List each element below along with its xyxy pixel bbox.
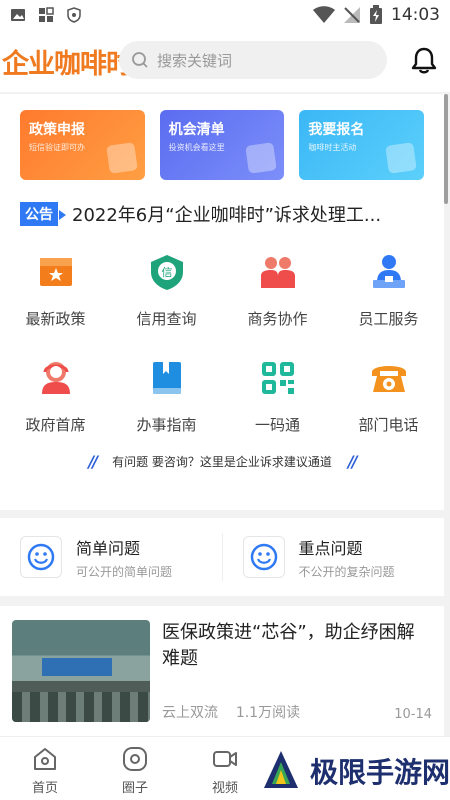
question-subtitle: 不公开的复杂问题 (298, 564, 395, 579)
scrollbar[interactable] (444, 94, 448, 204)
service-latest-policy[interactable]: 最新政策 (0, 246, 111, 342)
watermark-logo-icon (260, 750, 302, 792)
apps-icon (39, 7, 54, 22)
service-label: 最新政策 (25, 310, 86, 328)
tab-label: 圈子 (121, 781, 148, 796)
news-reads: 1.1万阅读 (235, 705, 301, 721)
service-staff[interactable]: 员工服务 (333, 246, 444, 342)
notice-bar[interactable]: 公告 2022年6月“企业咖啡时”诉求处理工... (0, 196, 444, 232)
service-label: 政府首席 (25, 416, 86, 434)
app-header: 企业咖啡时 搜索关键词 (0, 30, 450, 92)
news-thumbnail (12, 620, 150, 722)
banner-policy-apply[interactable]: 政策申报 短信验证即可办 (20, 110, 145, 180)
service-label: 一码通 (254, 416, 300, 434)
service-card: 政策申报 短信验证即可办 机会清单 投资机会看这里 我要报名 咖啡时主活动 公告… (0, 94, 444, 510)
svg-text:信: 信 (161, 266, 172, 279)
service-government-chief[interactable]: 政府首席 (0, 352, 111, 448)
simple-question-entry[interactable]: 简单问题 可公开的简单问题 (0, 533, 222, 581)
edit-icon (385, 142, 417, 174)
list-icon (245, 142, 278, 174)
question-subtitle: 可公开的简单问题 (76, 564, 173, 579)
guide-icon (152, 362, 181, 394)
service-guide[interactable]: 办事指南 (111, 352, 222, 448)
service-department-phone[interactable]: 部门电话 (333, 352, 444, 448)
tab-home[interactable]: 首页 (0, 737, 90, 800)
service-credit-query[interactable]: 信 信用查询 (111, 246, 222, 342)
search-placeholder: 搜索关键词 (157, 51, 233, 70)
key-question-entry[interactable]: 重点问题 不公开的复杂问题 (221, 533, 445, 581)
clock: 14:03 (391, 5, 440, 25)
notice-tag: 公告 (20, 202, 66, 226)
main-content: 政策申报 短信验证即可办 机会清单 投资机会看这里 我要报名 咖啡时主活动 公告… (0, 94, 444, 754)
thumbnail-screen (42, 658, 112, 676)
government-icon (41, 362, 70, 394)
smile-icon (242, 536, 285, 578)
status-bar: 14:03 (0, 0, 450, 30)
tab-circle[interactable]: 圈子 (90, 737, 180, 800)
service-business-cooperation[interactable]: 商务协作 (222, 246, 333, 342)
watermark-text: 极限手游网 (310, 756, 450, 789)
consult-tip-text: 有问题 要咨询？这里是企业诉求建议通道 (112, 455, 332, 469)
search-icon (132, 52, 148, 68)
service-label: 办事指南 (136, 416, 197, 434)
question-title: 重点问题 (298, 538, 363, 558)
service-label: 商务协作 (247, 310, 308, 328)
tab-label: 视频 (211, 781, 238, 796)
banner-opportunity-list[interactable]: 机会清单 投资机会看这里 (159, 110, 285, 180)
credit-icon: 信 (150, 255, 183, 290)
circle-icon (123, 747, 147, 771)
service-qrcode[interactable]: 一码通 (222, 352, 333, 448)
smile-icon (20, 536, 62, 578)
qrcode-icon (261, 362, 294, 394)
app-logo: 企业咖啡时 (2, 48, 133, 80)
service-label: 员工服务 (358, 310, 419, 328)
phone-icon (371, 366, 406, 392)
tab-video[interactable]: 视频 (180, 737, 270, 800)
document-icon (105, 142, 138, 174)
service-label: 信用查询 (136, 310, 197, 328)
banner-title: 机会清单 (168, 122, 225, 138)
news-item[interactable]: 医保政策进“芯谷”，助企纾困解难题 云上双流 1.1万阅读 10-14 (0, 606, 444, 736)
video-icon (213, 751, 237, 767)
banner-row: 政策申报 短信验证即可办 机会清单 投资机会看这里 我要报名 咖啡时主活动 (0, 94, 444, 180)
notice-text: 2022年6月“企业咖啡时”诉求处理工... (72, 205, 382, 226)
banner-title: 政策申报 (29, 122, 85, 138)
wifi-icon (313, 6, 335, 23)
question-title: 简单问题 (76, 538, 141, 558)
search-input[interactable]: 搜索关键词 (119, 41, 387, 79)
service-grid: 最新政策 信 信用查询 商务协作 员工服务 政府首席 办事指南 一码通 部门电话 (0, 246, 444, 448)
service-label: 部门电话 (358, 416, 419, 434)
banner-signup[interactable]: 我要报名 咖啡时主活动 (299, 110, 425, 180)
slash-decoration-icon: // (88, 452, 98, 471)
no-signal-icon (344, 7, 360, 23)
home-icon (34, 748, 56, 770)
shield-icon (67, 7, 81, 23)
cooperation-icon (260, 257, 295, 288)
news-meta: 云上双流 1.1万阅读 (162, 702, 300, 722)
banner-title: 我要报名 (308, 122, 365, 138)
battery-icon (370, 5, 382, 24)
tab-label: 首页 (31, 781, 58, 796)
consult-tip[interactable]: // 有问题 要咨询？这里是企业诉求建议通道 // (0, 452, 444, 471)
news-title: 医保政策进“芯谷”，助企纾困解难题 (162, 622, 415, 669)
slash-decoration-icon: // (347, 452, 358, 471)
policy-icon (39, 258, 72, 286)
question-card: 简单问题 可公开的简单问题 重点问题 不公开的复杂问题 (0, 518, 444, 596)
news-date: 10-14 (394, 707, 432, 722)
watermark: 极限手游网 (258, 748, 450, 794)
news-source: 云上双流 (162, 705, 218, 721)
gallery-icon (11, 9, 25, 21)
notification-bell-icon[interactable] (410, 45, 438, 75)
thumbnail-audience (12, 692, 150, 722)
staff-icon (372, 255, 405, 288)
